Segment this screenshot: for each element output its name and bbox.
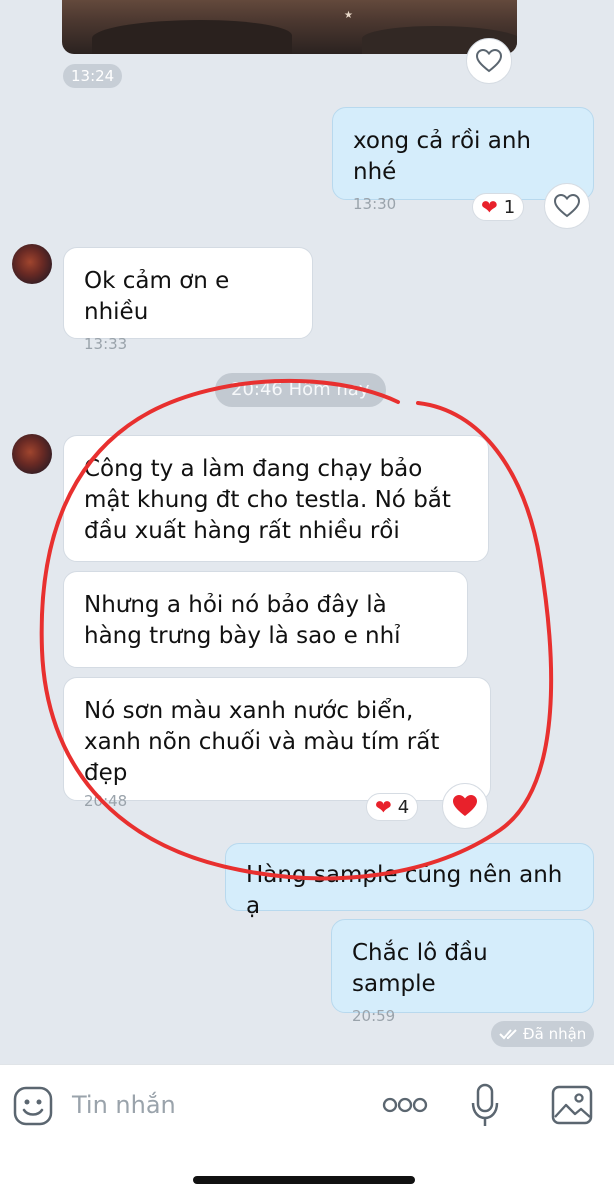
heart-outline-icon[interactable] bbox=[544, 183, 590, 229]
message-text: Nhưng a hỏi nó bảo đây là hàng trưng bày… bbox=[84, 592, 401, 649]
photo-time: 13:24 bbox=[63, 64, 123, 88]
message-bubble-incoming[interactable]: Ok cảm ơn e nhiều 13:33 bbox=[63, 247, 313, 353]
avatar[interactable] bbox=[12, 434, 52, 474]
sticker-face-icon[interactable] bbox=[12, 1085, 54, 1127]
message-bubble-incoming[interactable]: Công ty a làm đang chạy bảo mật khung đt… bbox=[63, 435, 489, 562]
photo-message[interactable]: ★ bbox=[62, 0, 517, 54]
reaction-count: 1 bbox=[503, 196, 516, 218]
microphone-icon[interactable] bbox=[471, 1083, 499, 1129]
heart-filled-icon: ❤ bbox=[481, 195, 498, 219]
message-text: Nó sơn màu xanh nước biển, xanh nõn chuố… bbox=[84, 698, 440, 786]
star-icon: ★ bbox=[344, 10, 353, 21]
message-bubble-incoming[interactable]: Nhưng a hỏi nó bảo đây là hàng trưng bày… bbox=[63, 571, 468, 668]
message-input[interactable]: Tin nhắn bbox=[72, 1091, 176, 1119]
avatar[interactable] bbox=[12, 244, 52, 284]
more-dots-icon[interactable] bbox=[382, 1097, 428, 1113]
message-text: Chắc lô đầu sample bbox=[352, 940, 488, 997]
double-check-icon bbox=[499, 1028, 519, 1040]
message-bubble-incoming[interactable]: Nó sơn màu xanh nước biển, xanh nõn chuố… bbox=[63, 677, 491, 810]
home-indicator bbox=[193, 1176, 415, 1184]
reaction-count: 4 bbox=[397, 796, 410, 818]
delivery-status: Đã nhận bbox=[491, 1021, 595, 1047]
message-bubble-outgoing[interactable]: Hàng sample cũng nên anh ạ bbox=[225, 843, 594, 919]
photo-rock bbox=[92, 20, 292, 54]
status-text: Đã nhận bbox=[523, 1025, 587, 1043]
heart-filled-icon: ❤ bbox=[375, 795, 392, 819]
message-time: 13:33 bbox=[84, 335, 128, 353]
message-text: Ok cảm ơn e nhiều bbox=[84, 268, 230, 325]
message-time: 13:30 bbox=[353, 195, 397, 213]
message-text: Hàng sample cũng nên anh ạ bbox=[246, 862, 563, 919]
message-text: xong cả rồi anh nhé bbox=[353, 128, 531, 185]
heart-outline-icon[interactable] bbox=[466, 38, 512, 84]
heart-filled-icon[interactable] bbox=[442, 783, 488, 829]
image-icon[interactable] bbox=[551, 1085, 593, 1125]
date-separator: 20:46 Hôm nay bbox=[215, 373, 386, 407]
reaction-count-badge[interactable]: ❤ 4 bbox=[366, 793, 419, 821]
reaction-count-badge[interactable]: ❤ 1 bbox=[472, 193, 525, 221]
message-bubble-outgoing[interactable]: Chắc lô đầu sample 20:59 bbox=[331, 919, 594, 1025]
message-text: Công ty a làm đang chạy bảo mật khung đt… bbox=[84, 456, 451, 544]
